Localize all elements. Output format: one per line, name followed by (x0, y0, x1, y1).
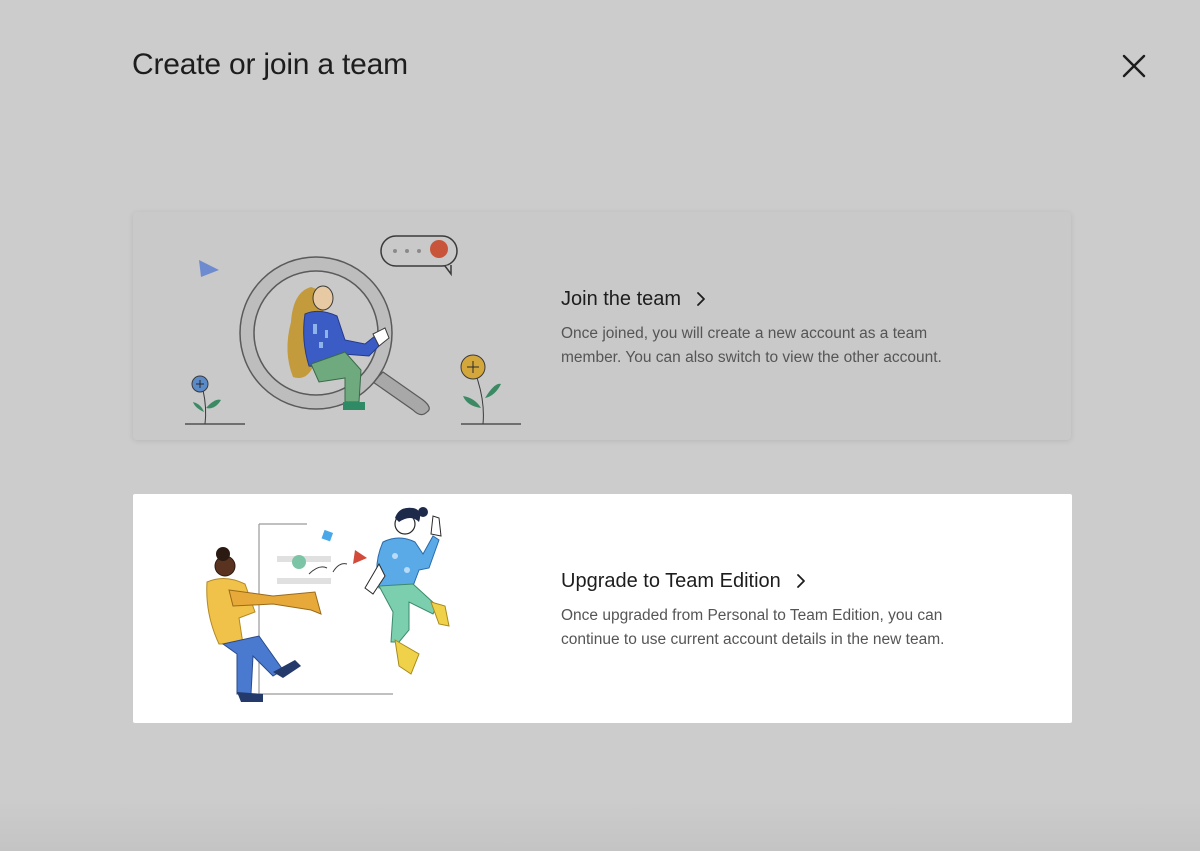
chevron-right-icon (697, 292, 705, 306)
join-team-description-line1: Once joined, you will create a new accou… (561, 325, 928, 342)
page-title: Create or join a team (132, 48, 408, 81)
upgrade-team-card[interactable]: Upgrade to Team Edition Once upgraded fr… (133, 494, 1072, 723)
upgrade-team-description-line2: continue to use current account details … (561, 631, 945, 648)
upgrade-team-description: Once upgraded from Personal to Team Edit… (561, 604, 1031, 652)
magnifier-person-illustration (185, 235, 521, 425)
upgrade-team-description-line1: Once upgraded from Personal to Team Edit… (561, 607, 943, 624)
join-team-card[interactable]: Join the team Once joined, you will crea… (133, 212, 1071, 440)
join-team-description-line2: member. You can also switch to view the … (561, 349, 942, 366)
upgrade-team-label: Upgrade to Team Edition (561, 569, 781, 592)
celebration-illustration (206, 507, 450, 702)
chevron-right-icon (796, 574, 805, 588)
join-team-text: Join the team Once joined, you will crea… (561, 286, 1031, 370)
join-team-heading: Join the team (561, 286, 1031, 312)
join-team-label: Join the team (561, 287, 682, 310)
close-button[interactable] (1118, 50, 1150, 82)
upgrade-team-text: Upgrade to Team Edition Once upgraded fr… (561, 568, 1031, 652)
dialog: Create or join a team Join the team Once… (0, 0, 1200, 851)
close-icon (1122, 54, 1146, 78)
join-team-description: Once joined, you will create a new accou… (561, 322, 1031, 370)
upgrade-team-heading: Upgrade to Team Edition (561, 568, 1031, 594)
